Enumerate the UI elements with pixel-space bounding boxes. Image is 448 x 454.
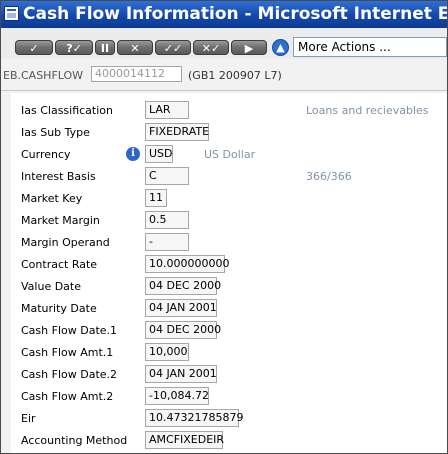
info-icon[interactable]: i (126, 147, 140, 161)
field-row: Cash Flow Amt.1 10,000 (11, 343, 447, 363)
record-reference: (GB1 200907 L7) (188, 69, 282, 82)
field-row: Currency i USD US Dollar (11, 145, 447, 165)
currency-value: USD (145, 145, 173, 163)
record-id-input[interactable]: 4000014112 (91, 66, 182, 82)
field-label: Ias Classification (21, 104, 113, 117)
margin-operand-value: - (145, 233, 189, 251)
commit-button[interactable]: ✓ (15, 40, 53, 55)
market-margin-value: 0.5 (145, 211, 189, 229)
field-label: Maturity Date (21, 302, 97, 315)
accounting-method-value: AMCFIXEDEIR (145, 431, 224, 449)
field-row: Accounting Method AMCFIXEDEIR (11, 431, 447, 451)
divider (1, 90, 447, 91)
title-bar: Cash Flow Information - Microsoft Intern… (1, 1, 447, 28)
application-name: EB.CASHFLOW (3, 69, 84, 82)
contract-rate-value: 10.000000000 (145, 255, 229, 273)
cashflow-details-panel: Ias Classification LAR Loans and recieva… (11, 93, 447, 453)
field-row: Ias Classification LAR Loans and recieva… (11, 101, 447, 121)
field-label: Accounting Method (21, 434, 128, 447)
field-label: Interest Basis (21, 170, 96, 183)
field-row: Maturity Date 04 JAN 2001 (11, 299, 447, 319)
cash-flow-date-1-value: 04 DEC 2000 (145, 321, 221, 339)
field-label: Currency (21, 148, 71, 161)
interest-basis-description: 366/366 (306, 170, 352, 183)
field-row: Interest Basis C 366/366 (11, 167, 447, 187)
field-row: Cash Flow Date.1 04 DEC 2000 (11, 321, 447, 341)
ias-sub-type-value: FIXEDRATE (145, 123, 209, 141)
field-label: Cash Flow Date.1 (21, 324, 118, 337)
delete-button[interactable]: ✕ (117, 40, 153, 55)
eir-value: 10.47321785879 (145, 409, 243, 427)
field-label: Eir (21, 412, 36, 425)
validate-button[interactable]: ?✓ (55, 40, 93, 55)
field-row: Cash Flow Date.2 04 JAN 2001 (11, 365, 447, 385)
hold-button[interactable]: II (95, 40, 115, 55)
currency-description: US Dollar (204, 148, 256, 161)
browser-app-icon (4, 6, 19, 21)
more-actions-select[interactable]: More Actions ... (293, 37, 447, 57)
cash-flow-amt-1-value: 10,000 (145, 343, 189, 361)
reverse-button[interactable]: ✕✓ (193, 40, 229, 55)
interest-basis-value: C (145, 167, 189, 185)
ias-classification-description: Loans and recievables (306, 104, 429, 117)
cash-flow-amt-2-value: -10,084.72 (145, 387, 209, 405)
field-label: Contract Rate (21, 258, 98, 271)
up-arrow-icon[interactable]: ▲ (272, 39, 289, 56)
maturity-date-value: 04 JAN 2001 (145, 299, 217, 317)
field-row: Eir 10.47321785879 (11, 409, 447, 429)
browser-window: Cash Flow Information - Microsoft Intern… (0, 0, 448, 454)
field-label: Margin Operand (21, 236, 110, 249)
field-row: Margin Operand - (11, 233, 447, 253)
field-row: Contract Rate 10.000000000 (11, 255, 447, 275)
field-label: Cash Flow Amt.2 (21, 390, 114, 403)
field-label: Market Margin (21, 214, 100, 227)
market-key-value: 11 (145, 189, 167, 207)
cash-flow-date-2-value: 04 JAN 2001 (145, 365, 217, 383)
field-label: Cash Flow Date.2 (21, 368, 118, 381)
action-toolbar: ✓ ?✓ II ✕ ✓✓ ✕✓ ▶ ▲ More Actions ... (1, 28, 447, 59)
window-title: Cash Flow Information - Microsoft Intern… (23, 4, 447, 24)
field-row: Value Date 04 DEC 2000 (11, 277, 447, 297)
field-row: Market Margin 0.5 (11, 211, 447, 231)
authorise-button[interactable]: ✓✓ (155, 40, 191, 55)
field-row: Cash Flow Amt.2 -10,084.72 (11, 387, 447, 407)
field-label: Market Key (21, 192, 83, 205)
ias-classification-value: LAR (145, 101, 189, 119)
field-label: Cash Flow Amt.1 (21, 346, 114, 359)
field-label: Ias Sub Type (21, 126, 90, 139)
field-row: Market Key 11 (11, 189, 447, 209)
record-id-row: EB.CASHFLOW 4000014112 (GB1 200907 L7) (1, 61, 447, 89)
field-label: Value Date (21, 280, 81, 293)
next-button[interactable]: ▶ (231, 40, 267, 55)
value-date-value: 04 DEC 2000 (145, 277, 221, 295)
field-row: Ias Sub Type FIXEDRATE (11, 123, 447, 143)
